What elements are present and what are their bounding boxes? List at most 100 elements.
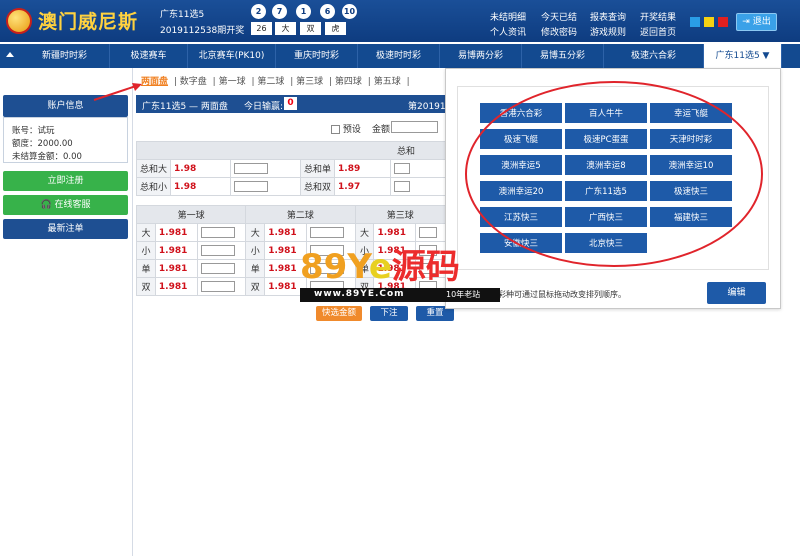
headset-icon: 🎧 xyxy=(40,200,52,210)
site-logo[interactable]: 澳门威尼斯 xyxy=(6,6,146,36)
register-button[interactable]: 立即注册 xyxy=(3,171,128,191)
theme-red-toggle[interactable] xyxy=(718,17,728,27)
bet-amount-input[interactable] xyxy=(234,163,269,174)
result-ball: 10 xyxy=(342,4,357,19)
current-lottery-name: 广东11选5 xyxy=(160,10,205,20)
bet-amount-input[interactable] xyxy=(200,227,235,238)
bet-amount-input[interactable] xyxy=(394,163,411,174)
edit-button[interactable]: 编辑 xyxy=(707,282,766,304)
play-info-bar: 广东11选5 — 两面盘 今日输赢: 0 第2019112 xyxy=(136,95,457,113)
subtab-ball-5[interactable]: 第五球 xyxy=(374,77,401,87)
amount-input[interactable] xyxy=(391,121,438,133)
sum-header: 总和 xyxy=(136,141,446,160)
bet-odds: 1.981 xyxy=(154,241,198,260)
bet-label: 小 xyxy=(136,241,156,260)
bet-odds: 1.981 xyxy=(264,223,308,242)
subtab-ball-3[interactable]: 第三球 xyxy=(296,77,323,87)
result-dragon-tiger: 虎 xyxy=(325,22,346,35)
table-row: 总和小 1.98 总和双 1.97 xyxy=(135,177,446,196)
today-winloss-value: 0 xyxy=(284,97,297,110)
play-subtabs: 两面盘 | 数字盘 | 第一球 | 第二球 | 第三球 | 第四球 | 第五球 … xyxy=(141,77,410,87)
preset-control[interactable]: 预设 xyxy=(331,122,361,135)
place-bet-button[interactable]: 下注 xyxy=(370,306,408,321)
link-home[interactable]: 返回首页 xyxy=(640,25,676,38)
bet-odds: 1.981 xyxy=(154,259,198,278)
tab-game[interactable]: 极速时时彩 xyxy=(358,44,440,68)
bet-amount-input[interactable] xyxy=(200,245,235,256)
logout-button[interactable]: ⇥ 退出 xyxy=(736,13,777,31)
bet-cell xyxy=(230,159,302,178)
bet-odds: 1.981 xyxy=(154,277,198,296)
ball-header: 第一球 xyxy=(135,205,247,224)
online-service-button[interactable]: 🎧 在线客服 xyxy=(3,195,128,215)
bet-cell xyxy=(390,159,446,178)
account-credit: 额度：2000.00 xyxy=(12,139,73,149)
link-reports[interactable]: 报表查询 xyxy=(590,10,626,23)
subtab-ball-4[interactable]: 第四球 xyxy=(335,77,362,87)
amount-label: 金额 xyxy=(372,125,391,135)
subtab-ball-2[interactable]: 第二球 xyxy=(257,77,284,87)
app-title: 澳门威尼斯 xyxy=(38,11,139,33)
watermark-tagline: 10年老站 xyxy=(446,290,481,299)
result-ball: 6 xyxy=(320,4,335,19)
bet-amount-input[interactable] xyxy=(394,181,411,192)
link-change-password[interactable]: 修改密码 xyxy=(541,25,577,38)
subtab-ball-1[interactable]: 第一球 xyxy=(219,77,246,87)
sort-hint: 彩种可通过鼠标拖动改变排列顺序。 xyxy=(498,290,626,299)
current-issue: 2019112538期开奖 xyxy=(160,26,245,36)
bet-label: 单 xyxy=(136,259,156,278)
tab-game[interactable]: 易博五分彩 xyxy=(522,44,604,68)
bet-label: 总和小 xyxy=(135,177,172,196)
link-rules[interactable]: 游戏规则 xyxy=(590,25,626,38)
bet-label: 双 xyxy=(136,277,156,296)
logo-emblem-icon xyxy=(6,8,32,34)
tab-game[interactable]: 重庆时时彩 xyxy=(276,44,358,68)
preset-checkbox[interactable] xyxy=(331,125,340,134)
nav-collapse-icon[interactable] xyxy=(6,52,14,57)
link-settled-today[interactable]: 今天已结 xyxy=(541,10,577,23)
account-name: 账号：试玩 xyxy=(12,126,55,136)
bet-odds: 1.89 xyxy=(334,159,392,178)
result-ball: 7 xyxy=(272,4,287,19)
account-unsettled: 未结算金额：0.00 xyxy=(12,152,82,162)
result-ball: 2 xyxy=(251,4,266,19)
link-unsettled[interactable]: 未结明细 xyxy=(490,10,526,23)
subtab-digits[interactable]: 数字盘 xyxy=(180,77,207,87)
bet-odds: 1.98 xyxy=(170,177,232,196)
bet-amount-input[interactable] xyxy=(310,227,345,238)
watermark-text: 89Ye源码 xyxy=(300,247,460,287)
theme-yellow-toggle[interactable] xyxy=(704,17,714,27)
result-ball: 1 xyxy=(296,4,311,19)
bet-odds: 1.97 xyxy=(334,177,392,196)
subtab-two-sides[interactable]: 两面盘 xyxy=(141,77,168,87)
tab-game[interactable]: 新疆时时彩 xyxy=(20,44,110,68)
quick-amount-button[interactable]: 快选金额 xyxy=(316,306,362,321)
watermark-logo: 89Ye源码 www.89YE.Com 10年老站 xyxy=(300,248,500,306)
bet-cell xyxy=(196,277,247,296)
tab-game[interactable]: 极速赛车 xyxy=(110,44,188,68)
link-results[interactable]: 开奖结果 xyxy=(640,10,676,23)
bet-cell xyxy=(196,241,247,260)
result-parity: 双 xyxy=(300,22,321,35)
play-label: 广东11选5 — 两面盘 xyxy=(142,102,228,112)
bet-odds: 1.98 xyxy=(170,159,232,178)
bet-amount-input[interactable] xyxy=(419,227,438,238)
result-sum: 26 xyxy=(251,22,272,35)
bet-label: 双 xyxy=(245,277,266,296)
bet-label: 总和单 xyxy=(300,159,336,178)
bet-cell xyxy=(230,177,302,196)
tab-current-game[interactable]: 广东11选5 ▼ xyxy=(704,44,782,68)
bet-amount-input[interactable] xyxy=(200,281,235,292)
bet-cell xyxy=(306,223,356,242)
bet-amount-input[interactable] xyxy=(200,263,235,274)
tab-game[interactable]: 北京赛车(PK10) xyxy=(188,44,276,68)
watermark-url: www.89YE.Com xyxy=(314,289,405,299)
ball-header: 第二球 xyxy=(245,205,356,224)
tab-game[interactable]: 易博两分彩 xyxy=(440,44,522,68)
bet-odds: 1.981 xyxy=(373,223,417,242)
bet-amount-input[interactable] xyxy=(234,181,269,192)
theme-blue-toggle[interactable] xyxy=(690,17,700,27)
tab-game[interactable]: 极速六合彩 xyxy=(604,44,704,68)
link-profile[interactable]: 个人资讯 xyxy=(490,25,526,38)
recent-bets-button[interactable]: 最新注单 xyxy=(3,219,128,239)
